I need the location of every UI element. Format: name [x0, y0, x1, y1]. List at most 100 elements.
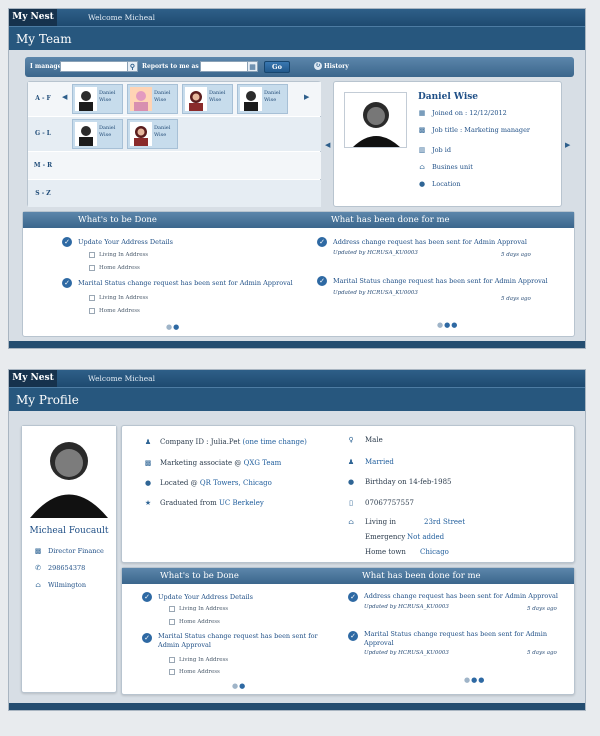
prev-arrow-icon[interactable]: ◀	[62, 93, 67, 101]
check-icon: ✓	[348, 631, 358, 641]
todo-item-title[interactable]: Marital Status change request has been s…	[158, 632, 328, 650]
person-name: Daniel Wise	[209, 90, 226, 103]
tasks-header: What's to be Done What has been done for…	[23, 212, 574, 228]
row-label: A - F	[35, 95, 51, 102]
checkbox[interactable]	[89, 265, 95, 271]
date-input[interactable]	[200, 61, 248, 72]
todo-item-title[interactable]: Marital Status change request has been s…	[78, 279, 293, 287]
building-icon: ⌂	[35, 581, 41, 589]
detail-next-arrow-icon[interactable]: ▶	[565, 141, 570, 149]
id-icon: ▥	[418, 146, 426, 154]
search-bar: I manage ⚲ Reports to me as of ▦ Go ↻ Hi…	[25, 57, 574, 77]
history-link[interactable]: History	[324, 63, 349, 70]
home-icon: ⌂	[348, 518, 354, 526]
top-nav: My Nest Welcome Micheal	[9, 9, 585, 26]
row-a-f: A - F ◀ Daniel Wise Daniel Wise Daniel Wise…	[28, 82, 321, 116]
profile-city: Wilmington	[48, 581, 87, 589]
go-button[interactable]: Go	[264, 61, 290, 73]
calendar-icon[interactable]: ▦	[247, 61, 258, 72]
person-card[interactable]: Daniel Wise	[72, 84, 123, 114]
done-item-title: Marital Status change request has been s…	[333, 277, 548, 285]
person-card[interactable]: Daniel Wise	[127, 119, 178, 149]
todo-sub-item: Home Address	[179, 669, 220, 675]
trophy-icon: ★	[144, 499, 152, 507]
team-link[interactable]: QXG Team	[244, 459, 282, 467]
profile-name: Micheal Foucault	[29, 526, 109, 536]
todo-sub-item: Home Address	[99, 265, 140, 271]
brand-logo[interactable]: My Nest	[9, 370, 57, 387]
located-at: Located @ QR Towers, Chicago	[160, 479, 272, 487]
person-card[interactable]: Daniel Wise	[237, 84, 288, 114]
person-name: Daniel Wise	[99, 90, 116, 103]
done-pagination[interactable]: ●●●	[464, 675, 485, 684]
todo-sub-item: Living In Address	[99, 252, 149, 258]
check-icon: ✓	[142, 592, 152, 602]
time-ago: 5 days ago	[527, 650, 557, 656]
checkbox[interactable]	[169, 606, 175, 612]
person-card[interactable]: Daniel Wise	[72, 119, 123, 149]
detail-prev-arrow-icon[interactable]: ◀	[325, 141, 330, 149]
history-icon[interactable]: ↻	[314, 62, 322, 70]
brand-logo[interactable]: My Nest	[9, 9, 57, 26]
building-icon: ⌂	[419, 163, 425, 171]
team-grid: A - F ◀ Daniel Wise Daniel Wise Daniel Wise…	[27, 81, 321, 207]
university-link[interactable]: UC Berkeley	[219, 499, 264, 507]
footer-bar	[9, 341, 585, 348]
birthday: Birthday on 14-feb-1985	[365, 478, 452, 486]
avatar	[75, 87, 97, 111]
one-time-change-link[interactable]: (one time change)	[243, 438, 307, 446]
detail-photo	[344, 92, 407, 148]
checkbox[interactable]	[89, 308, 95, 314]
todo-header: What's to be Done	[78, 215, 157, 225]
job-title: Job title : Marketing manager	[432, 126, 531, 134]
emergency-value[interactable]: Not added	[407, 533, 444, 541]
todo-pagination[interactable]: ●●	[232, 681, 246, 690]
checkbox[interactable]	[169, 657, 175, 663]
check-icon: ✓	[317, 237, 327, 247]
gender-icon: ♀	[348, 436, 354, 444]
i-manage-label: I manage	[30, 63, 62, 70]
hometown-value[interactable]: Chicago	[420, 548, 449, 556]
profile-card: Micheal Foucault ▩ Director Finance ✆ 29…	[21, 425, 117, 693]
row-label: G - L	[34, 130, 51, 137]
marital-status[interactable]: Married	[365, 458, 394, 466]
page-title: My Profile	[9, 387, 585, 411]
done-header: What has been done for me	[362, 571, 481, 581]
todo-item-title[interactable]: Update Your Address Details	[78, 238, 173, 246]
person-name: Daniel Wise	[154, 125, 171, 138]
top-nav: My Nest Welcome Micheal	[9, 370, 585, 387]
person-name: Daniel Wise	[264, 90, 281, 103]
person-card[interactable]: Daniel Wise	[182, 84, 233, 114]
todo-item-title[interactable]: Update Your Address Details	[158, 593, 253, 601]
location-pin-icon: ●	[418, 180, 426, 188]
avatar	[130, 87, 152, 111]
hometown-label: Home town	[365, 548, 406, 556]
office-link[interactable]: QR Towers, Chicago	[200, 479, 272, 487]
checkbox[interactable]	[169, 619, 175, 625]
checkbox[interactable]	[169, 669, 175, 675]
next-arrow-icon[interactable]: ▶	[304, 93, 309, 101]
user-icon: ♟	[144, 438, 152, 446]
i-manage-input[interactable]	[60, 61, 128, 72]
avatar	[240, 87, 262, 111]
check-icon: ✓	[62, 237, 72, 247]
avatar	[185, 87, 207, 111]
profile-photo	[22, 426, 116, 518]
living-in-value[interactable]: 23rd Street	[424, 518, 465, 526]
todo-pagination[interactable]: ●●	[166, 322, 180, 331]
tasks-header: What's to be Done What has been done for…	[122, 568, 574, 584]
todo-sub-item: Home Address	[179, 619, 220, 625]
emergency-label: Emergency	[365, 533, 406, 541]
checkbox[interactable]	[89, 252, 95, 258]
checkbox[interactable]	[89, 295, 95, 301]
person-card[interactable]: Daniel Wise	[127, 84, 178, 114]
briefcase-icon: ▩	[418, 126, 426, 134]
updated-by: Updated by HCRUSA_KU0003	[364, 604, 449, 610]
done-item-title: Address change request has been sent for…	[364, 592, 558, 600]
welcome-text: Welcome Micheal	[88, 13, 156, 22]
done-pagination[interactable]: ●●●	[437, 320, 458, 329]
couple-icon: ♟	[347, 458, 355, 466]
detail-name: Daniel Wise	[418, 92, 479, 102]
person-name: Daniel Wise	[154, 90, 171, 103]
search-icon[interactable]: ⚲	[127, 61, 138, 72]
